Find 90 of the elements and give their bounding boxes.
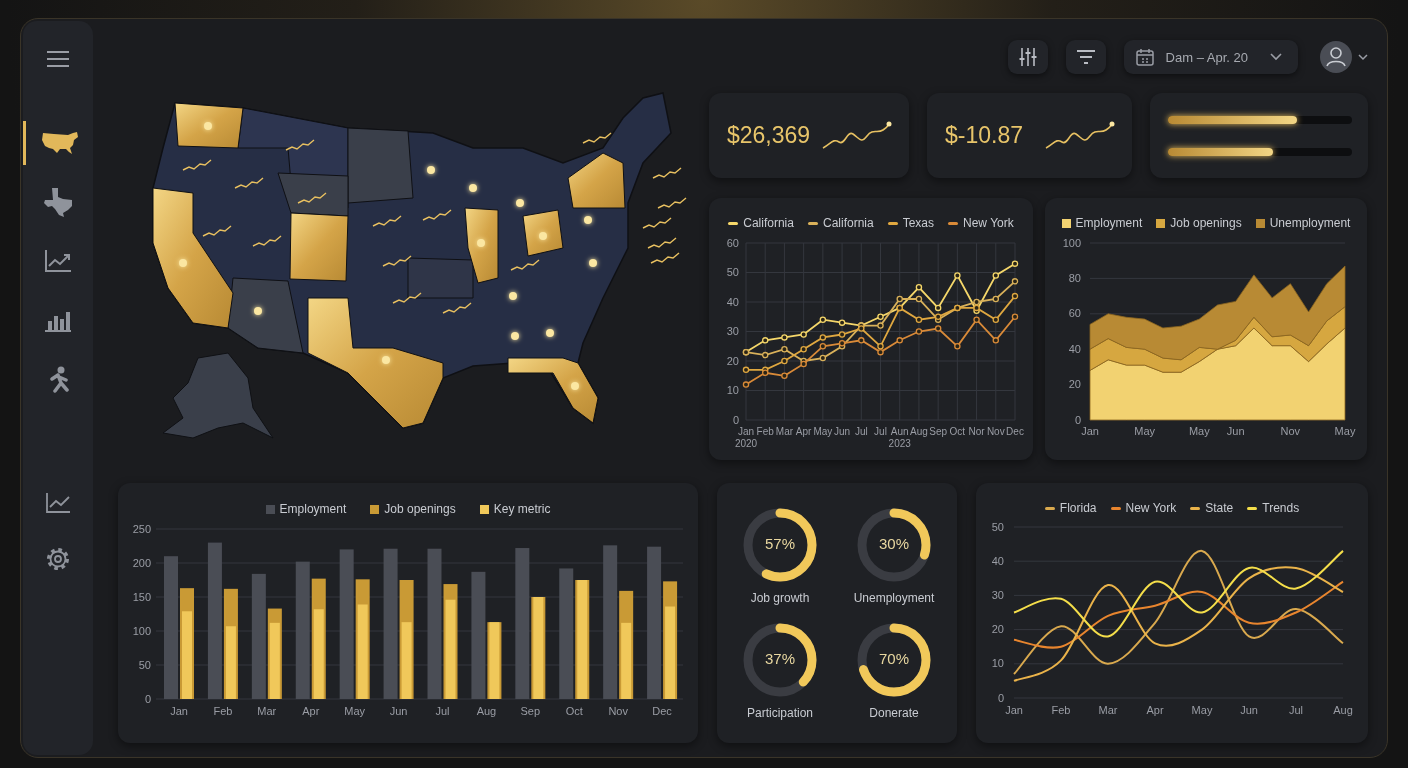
axis-label: 40 [1068, 342, 1081, 355]
legend-label: Employment [1075, 216, 1143, 230]
axis-label: 40 [726, 295, 739, 308]
axis-label: 30 [726, 325, 739, 337]
legend-label: State [1205, 501, 1234, 515]
axis-label: Dec [1006, 426, 1024, 437]
axis-label: 150 [132, 590, 151, 603]
axis-label: Nov [986, 426, 1005, 437]
gauge-value: 30% [878, 535, 910, 552]
axis-label: Aun 2023 [888, 426, 911, 449]
axis-label: Aug [910, 426, 928, 437]
axis-label: 60 [726, 236, 739, 249]
legend-label: Unemployment [1269, 216, 1351, 230]
axis-label: 250 [132, 522, 151, 535]
axis-label: May [1134, 425, 1156, 437]
axis-label: Jun [389, 705, 408, 717]
axis-label: Jul [854, 426, 868, 437]
axis-label: 20 [991, 623, 1004, 636]
axis-label: Jan 2020 [734, 426, 758, 449]
axis-label: May [1191, 704, 1213, 716]
legend-label: Job openings [384, 502, 456, 516]
axis-label: Apr [302, 705, 320, 717]
legend-label: Key metric [493, 502, 551, 516]
axis-label: 10 [726, 384, 739, 396]
legend-label: California [743, 216, 794, 230]
gauge-value: 37% [764, 650, 796, 667]
axis-label: Feb [1051, 704, 1071, 716]
legend-label: Florida [1059, 501, 1097, 515]
legend-label: California [822, 216, 874, 230]
legend-label: New York [963, 216, 1014, 230]
gauge-label: Unemployment [853, 591, 935, 605]
gauge-label: Donerate [869, 706, 919, 720]
kpi-value: $26,369 [727, 122, 811, 149]
axis-label: 40 [991, 554, 1004, 567]
axis-label: 60 [1068, 307, 1081, 320]
axis-label: 50 [726, 266, 739, 278]
legend-label: New York [1125, 501, 1177, 515]
axis-label: Oct [949, 426, 966, 437]
axis-label: Jul [435, 705, 450, 717]
axis-label: 20 [726, 354, 739, 367]
axis-label: Nov [608, 705, 628, 717]
axis-label: Mar [775, 426, 794, 437]
axis-label: Mar [1098, 704, 1118, 716]
axis-label: Apr [795, 426, 812, 437]
axis-label: Jun [1226, 425, 1245, 437]
axis-label: 0 [144, 692, 151, 705]
gauge-value: 57% [764, 535, 796, 552]
axis-label: Aug [1333, 704, 1353, 716]
axis-label: Jan [1081, 425, 1099, 437]
axis-label: 100 [1062, 236, 1081, 249]
axis-label: Oct [565, 705, 583, 717]
axis-label: Feb [213, 705, 233, 717]
axis-label: 50 [138, 658, 151, 671]
axis-label: Mar [257, 705, 277, 717]
axis-label: Jun [1240, 704, 1258, 716]
legend-label: Trends [1262, 501, 1300, 515]
legend-label: Texas [902, 216, 935, 230]
axis-label: Aug [476, 705, 497, 717]
axis-label: Jan [1005, 704, 1023, 716]
axis-label: Sep [929, 426, 948, 437]
axis-label: May [1188, 425, 1210, 437]
axis-label: Jul [1288, 704, 1304, 716]
legend-label: Job openings [1170, 216, 1242, 230]
axis-label: Jan [170, 705, 188, 717]
axis-label: 50 [991, 520, 1004, 533]
axis-label: May [1334, 425, 1356, 437]
axis-label: 0 [997, 691, 1004, 704]
axis-label: Dec [652, 705, 672, 717]
axis-label: 100 [132, 624, 151, 637]
axis-label: Feb [756, 426, 774, 437]
kpi-value: $-10.87 [945, 122, 1023, 149]
axis-label: 30 [991, 588, 1004, 601]
axis-label: 10 [991, 657, 1004, 670]
axis-label: 0 [1074, 413, 1081, 426]
axis-label: May [344, 705, 366, 717]
axis-label: Apr [1146, 704, 1164, 716]
axis-label: Nov [1280, 425, 1301, 437]
axis-label: Jun [834, 426, 851, 437]
axis-label: 80 [1068, 271, 1081, 284]
axis-label: May [813, 426, 833, 437]
axis-label: Jul [874, 426, 887, 437]
axis-label: 200 [132, 556, 151, 569]
gauge-label: Job growth [750, 591, 810, 605]
legend-label: Employment [279, 502, 347, 516]
gauge-label: Participation [746, 706, 813, 720]
gauge-value: 70% [878, 650, 910, 667]
axis-label: Sep [520, 705, 541, 717]
axis-label: Nor [968, 426, 985, 437]
axis-label: 20 [1068, 378, 1081, 391]
axis-label: 0 [732, 413, 739, 426]
